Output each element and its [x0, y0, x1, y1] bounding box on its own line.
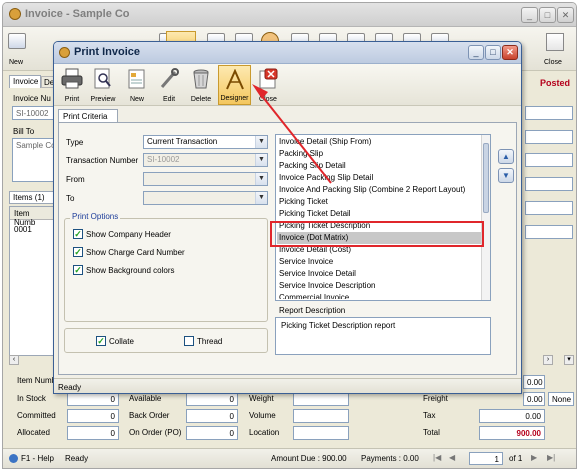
annotation-arrow: [252, 84, 332, 184]
